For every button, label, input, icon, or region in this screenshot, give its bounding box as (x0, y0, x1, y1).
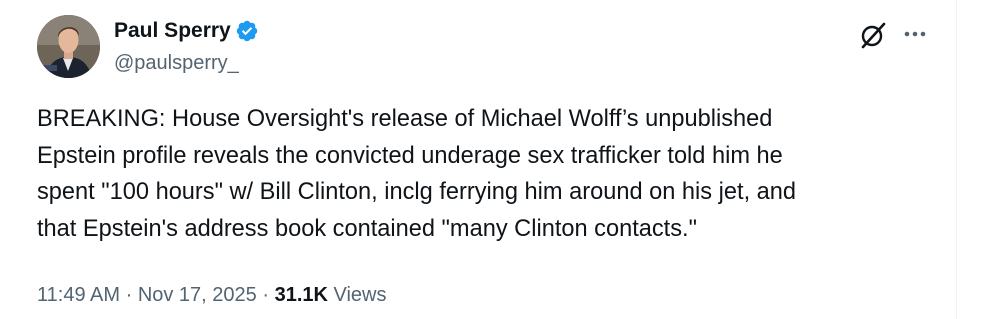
author-display-name[interactable]: Paul Sperry (114, 16, 231, 46)
more-options-icon[interactable] (900, 22, 930, 46)
avatar-photo-icon (37, 15, 100, 78)
tweet-date[interactable]: Nov 17, 2025 (138, 284, 257, 306)
author-handle[interactable]: @paulsperry_ (114, 50, 239, 76)
author-name-row: Paul Sperry (114, 16, 259, 46)
grok-icon[interactable] (858, 20, 888, 50)
meta-separator: · (120, 284, 138, 306)
views-count[interactable]: 31.1K (275, 284, 328, 306)
meta-separator: · (256, 284, 275, 306)
tweet-meta: 11:49 AM · Nov 17, 2025 · 31.1K Views (37, 281, 387, 309)
avatar[interactable] (37, 15, 100, 78)
views-label: Views (327, 284, 387, 306)
tweet-card: Paul Sperry @paulsperry_ BREAKING: House… (0, 0, 957, 319)
verified-badge-icon (235, 19, 259, 43)
tweet-time[interactable]: 11:49 AM (37, 284, 120, 306)
tweet-text: BREAKING: House Oversight's release of M… (37, 106, 797, 242)
